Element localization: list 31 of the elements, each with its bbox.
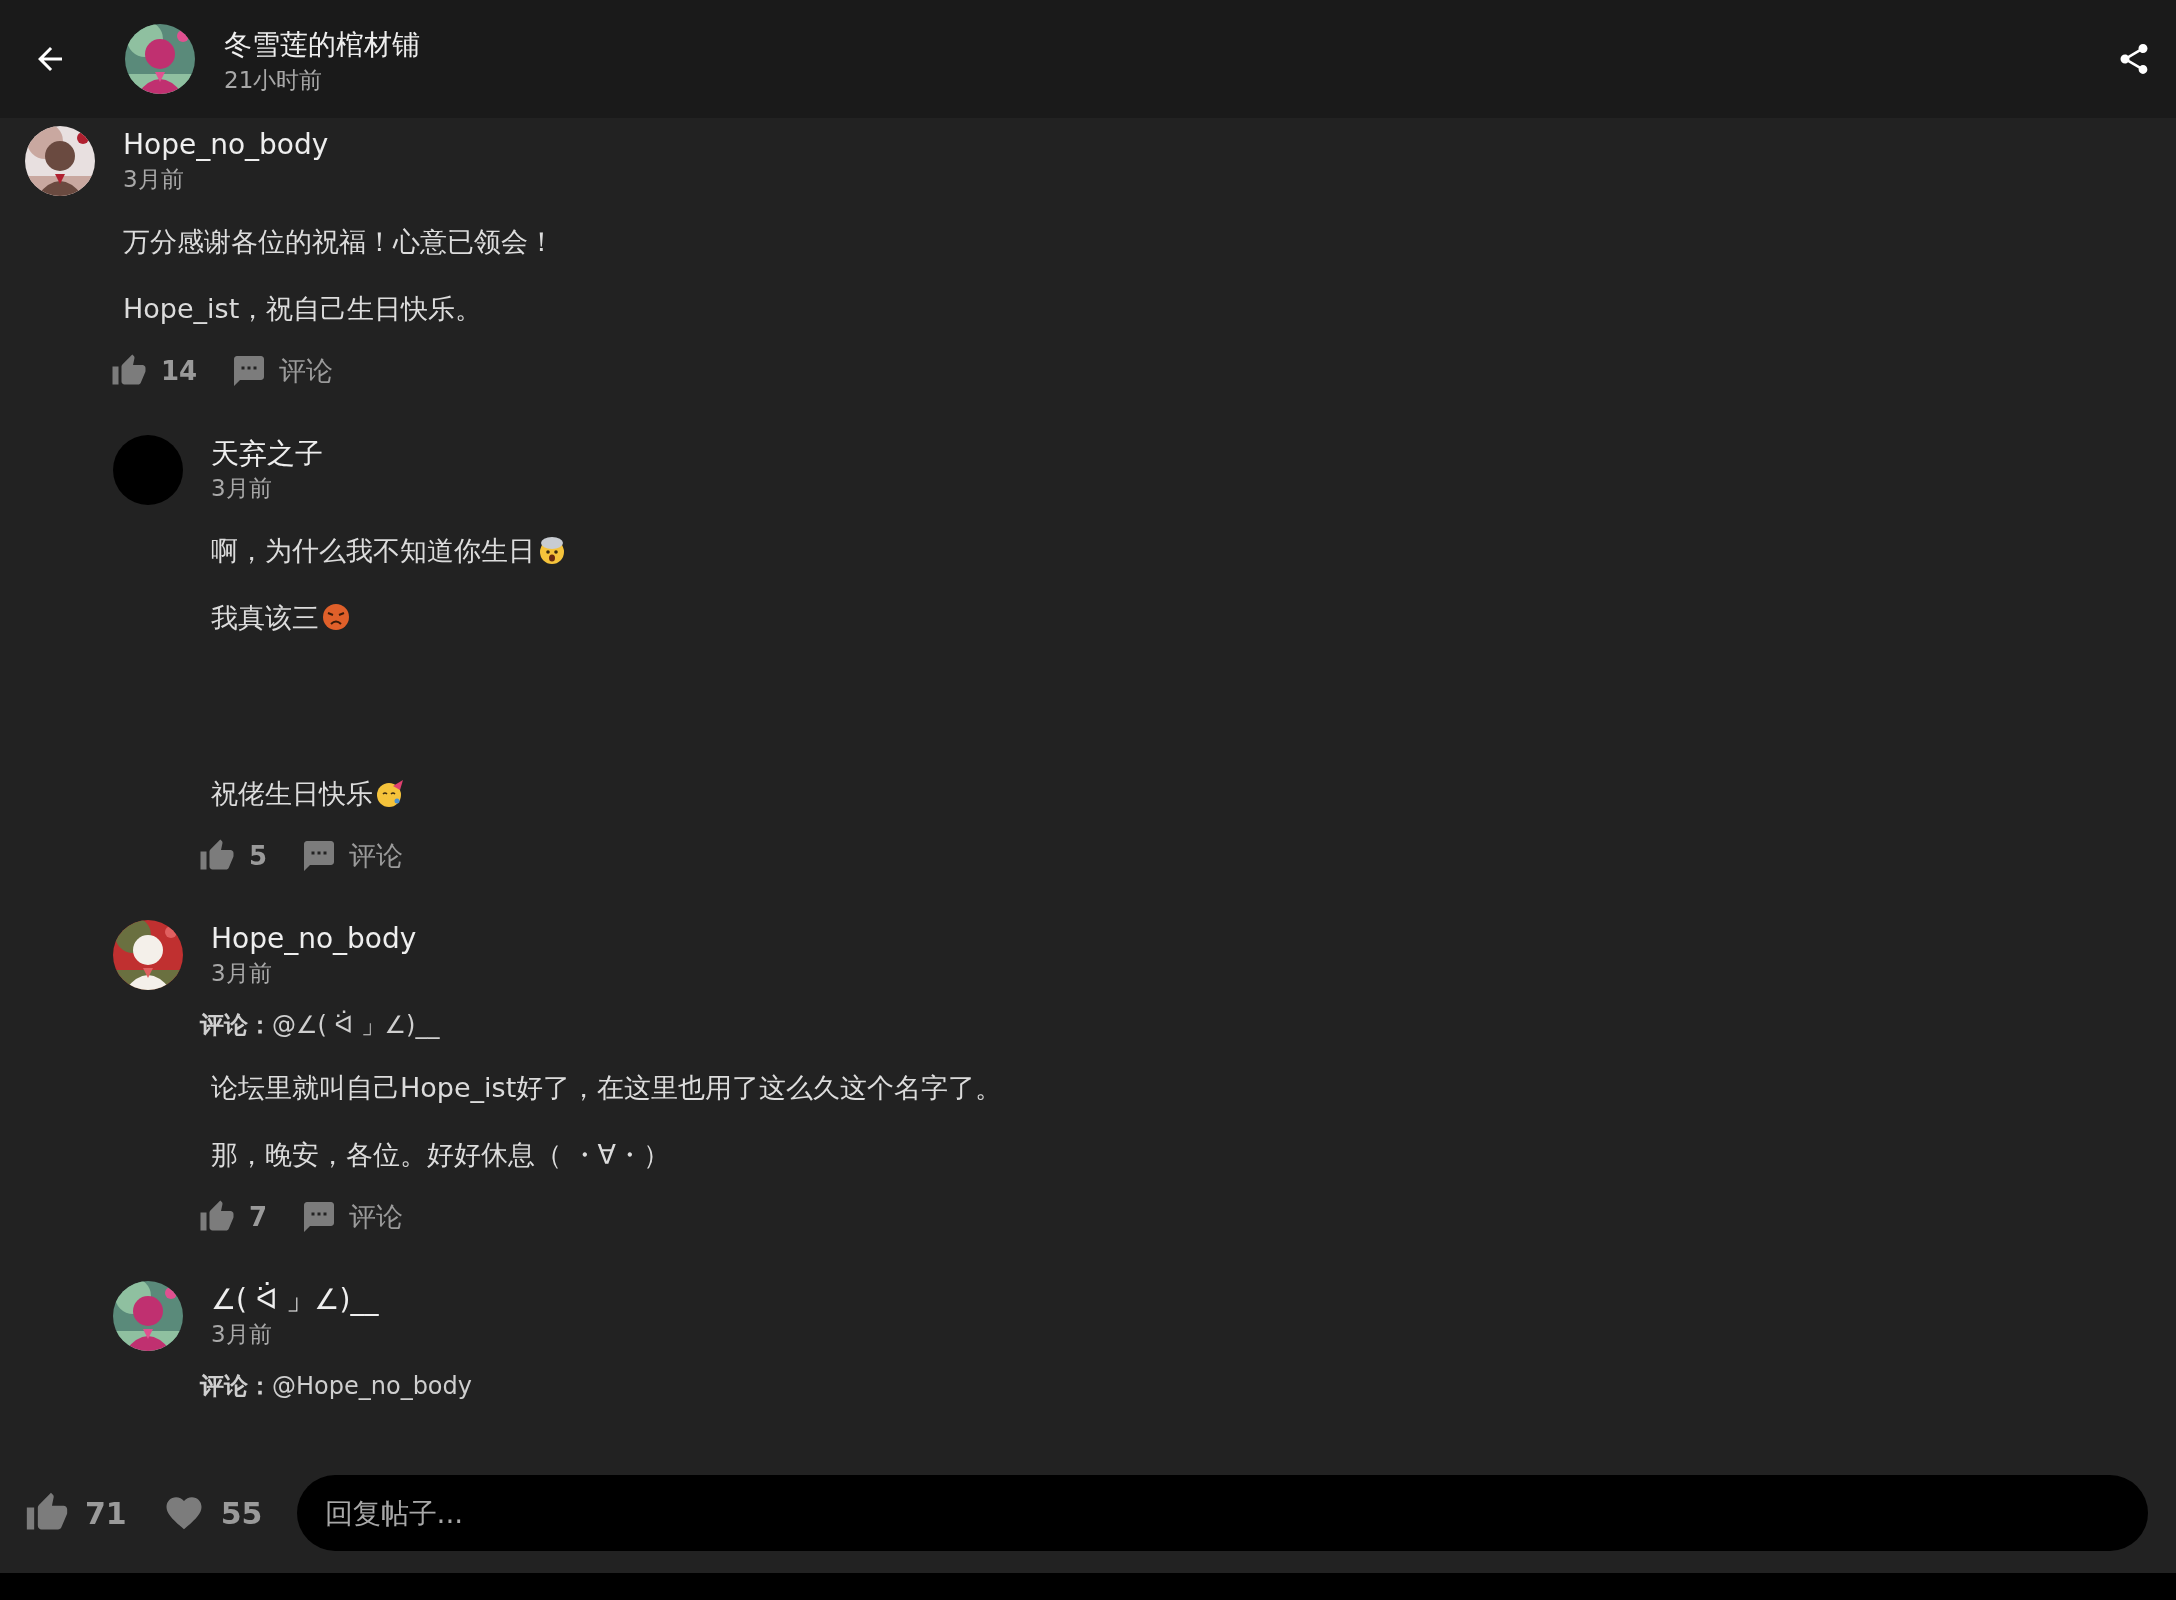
comment-text: 那，晚安，各位。好好休息（ ・∀・） <box>211 1138 672 1172</box>
comment-text: Hope_ist，祝自己生日快乐。 <box>123 292 484 326</box>
like-button[interactable]: 14 <box>111 351 198 391</box>
author-name[interactable]: Hope_no_body <box>123 127 329 163</box>
party-emoji-icon <box>375 778 405 808</box>
comment-time: 3月前 <box>211 959 273 988</box>
comment-button[interactable]: 评论 <box>231 350 334 392</box>
reply-reference: 评论：@Hope_no_body <box>200 1371 473 1402</box>
comment-text: 万分感谢各位的祝福！心意已领会！ <box>123 225 556 259</box>
comment-text: 我真该三 <box>211 598 2176 638</box>
comment-button[interactable]: 评论 <box>301 835 404 877</box>
exploding-head-emoji-icon <box>537 535 567 565</box>
like-button[interactable]: 71 <box>25 1490 127 1536</box>
comment-time: 3月前 <box>211 474 273 503</box>
comment-text: 祝佬生日快乐 <box>211 774 2176 814</box>
post-title: 冬雪莲的棺材铺 <box>224 27 420 63</box>
author-name[interactable]: Hope_no_body <box>211 921 417 957</box>
favorite-button[interactable]: 55 <box>162 1490 263 1536</box>
reply-reference: 评论：@∠( ᐛ 」∠)__ <box>200 1009 441 1041</box>
author-name[interactable]: ∠( ᐛ 」∠)__ <box>211 1282 379 1318</box>
post-time: 21小时前 <box>224 66 324 95</box>
comment-time: 3月前 <box>211 1320 273 1349</box>
like-button[interactable]: 5 <box>199 836 268 876</box>
comment-button[interactable]: 评论 <box>301 1196 404 1238</box>
like-button[interactable]: 7 <box>199 1197 268 1237</box>
comment-time: 3月前 <box>123 165 185 194</box>
comment-text: 啊，为什么我不知道你生日 <box>211 531 2176 571</box>
reply-input-field[interactable]: 回复帖子... <box>296 1475 2148 1551</box>
angry-emoji-icon <box>321 602 351 632</box>
author-name[interactable]: 天弃之子 <box>211 436 323 472</box>
comment-text: 论坛里就叫自己Hope_ist好了，在这里也用了这么久这个名字了。 <box>211 1071 1004 1105</box>
